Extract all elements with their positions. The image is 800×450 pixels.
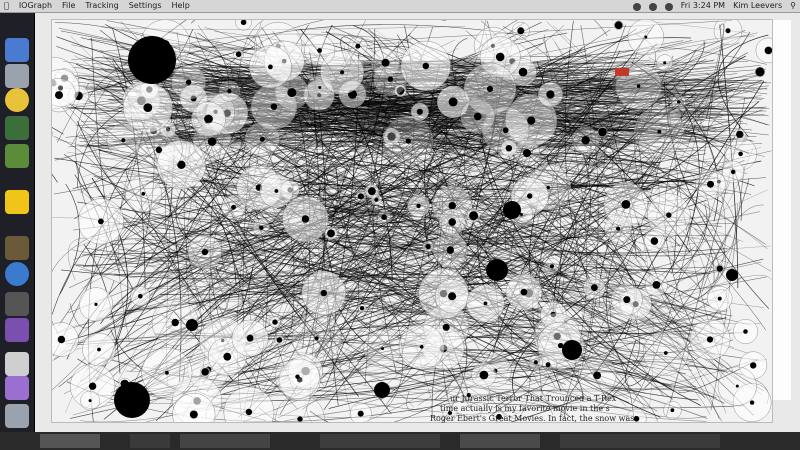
thumbnail-1[interactable] xyxy=(40,434,100,448)
menu-file[interactable]: File xyxy=(62,0,75,12)
bottom-strip xyxy=(0,432,800,450)
finder-icon[interactable] xyxy=(5,38,29,62)
menu-tracking[interactable]: Tracking xyxy=(85,0,118,12)
volume-icon[interactable] xyxy=(648,3,657,11)
thumbnail-3[interactable] xyxy=(180,434,270,448)
chrome-icon[interactable] xyxy=(5,88,29,112)
app-icon[interactable] xyxy=(5,144,29,168)
ghost-text-2: time actually is my favorite movie in th… xyxy=(440,404,610,413)
user-name[interactable]: Kim Leevers xyxy=(733,0,782,12)
menu-settings[interactable]: Settings xyxy=(129,0,162,12)
menu-help[interactable]: Help xyxy=(172,0,190,12)
dock xyxy=(0,12,35,432)
calendar-icon[interactable] xyxy=(5,352,29,376)
ghost-text-3: Roger Ebert's Great Movies. In fact, the… xyxy=(430,414,635,423)
utility-icon[interactable] xyxy=(5,116,29,140)
thumbnail-4[interactable] xyxy=(320,434,440,448)
iograph-canvas-window[interactable] xyxy=(52,20,772,422)
trash-icon[interactable] xyxy=(5,404,29,428)
wifi-icon[interactable] xyxy=(632,3,641,11)
photo-icon[interactable] xyxy=(5,236,29,260)
drive-icon[interactable] xyxy=(5,190,29,214)
mouse-trail-artwork xyxy=(52,20,772,422)
thumbnail-5[interactable] xyxy=(460,434,540,448)
menu-bar:  IOGraph File Tracking Settings Help Fr… xyxy=(0,0,800,13)
thumbnail-6[interactable] xyxy=(560,434,720,448)
ethereum2-icon[interactable] xyxy=(5,376,29,400)
search-icon[interactable]: ⚲ xyxy=(790,0,796,12)
clock[interactable]: Fri 3:24 PM xyxy=(681,0,725,12)
thumbnail-2[interactable] xyxy=(130,434,170,448)
ghost-headline: ur Jurassic Terror That Trounced a T-Rex xyxy=(450,394,617,403)
battery-icon[interactable] xyxy=(664,3,673,11)
ethereum-icon[interactable] xyxy=(5,318,29,342)
red-badge xyxy=(615,68,629,76)
globe-icon[interactable] xyxy=(5,262,29,286)
app-menu[interactable]: IOGraph xyxy=(19,0,52,12)
preview-icon[interactable] xyxy=(5,64,29,88)
camera-icon[interactable] xyxy=(5,292,29,316)
apple-menu-icon[interactable]:  xyxy=(4,0,9,12)
